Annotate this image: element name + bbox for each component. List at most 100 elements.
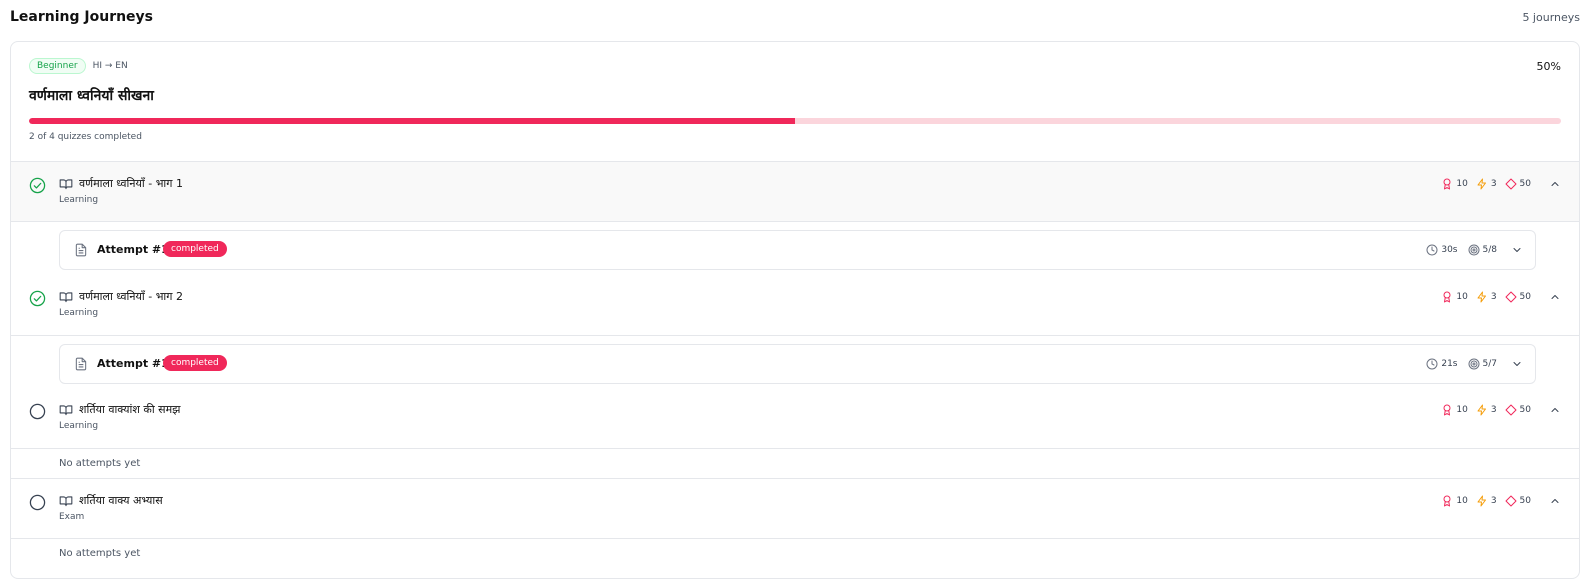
time-value: 21s [1441, 359, 1458, 369]
status-badge: completed [163, 355, 227, 371]
energy-stat: 3 [1476, 495, 1497, 507]
zap-icon [1477, 495, 1486, 507]
energy-stat: 3 [1476, 178, 1497, 190]
reward-stat: 10 [1441, 291, 1468, 303]
attempt-card[interactable]: Attempt #1 completed 21s 5/7 [59, 344, 1536, 384]
file-icon [75, 243, 87, 257]
zap-icon [1477, 404, 1486, 416]
quiz-row[interactable]: वर्णमाला ध्वनियाँ - भाग 1 Learning 10 3 … [11, 161, 1579, 222]
clock-icon [1426, 244, 1438, 256]
journey-card: Beginner HI → EN 50% वर्णमाला ध्वनियाँ स… [10, 41, 1580, 579]
circle-icon [29, 494, 46, 511]
award-icon [1443, 178, 1451, 190]
check-circle-icon [29, 177, 46, 194]
gem-stat: 50 [1505, 291, 1531, 303]
gem-icon [1505, 291, 1517, 303]
book-icon [59, 405, 73, 416]
energy-value: 3 [1490, 292, 1497, 302]
journey-count: 5 journeys [1522, 10, 1580, 24]
reward-value: 10 [1456, 496, 1468, 506]
time-stat: 30s [1426, 244, 1458, 256]
target-icon [1468, 358, 1480, 370]
gem-stat: 50 [1505, 495, 1531, 507]
reward-stat: 10 [1441, 495, 1468, 507]
target-icon [1468, 244, 1480, 256]
check-circle-icon [29, 290, 46, 307]
language-pair: HI → EN [92, 61, 128, 71]
journey-header: Beginner HI → EN 50% वर्णमाला ध्वनियाँ स… [11, 42, 1579, 162]
score-stat: 5/8 [1468, 244, 1497, 256]
energy-stat: 3 [1476, 404, 1497, 416]
file-icon [75, 357, 87, 371]
reward-stat: 10 [1441, 404, 1468, 416]
quiz-row[interactable]: शर्तिया वाक्यांश की समझ Learning 10 3 50 [11, 388, 1579, 449]
page-title: Learning Journeys [10, 9, 154, 25]
time-value: 30s [1441, 245, 1458, 255]
reward-stat: 10 [1441, 178, 1468, 190]
quiz-name: शर्तिया वाक्यांश की समझ [79, 403, 181, 416]
attempt-label: Attempt #1 [97, 357, 169, 370]
gem-icon [1505, 178, 1517, 190]
energy-value: 3 [1490, 405, 1497, 415]
book-icon [59, 179, 73, 190]
gem-icon [1505, 404, 1517, 416]
quiz-name: वर्णमाला ध्वनियाँ - भाग 2 [79, 290, 183, 303]
progress-caption: 2 of 4 quizzes completed [29, 132, 142, 142]
attempt-label: Attempt #1 [97, 243, 169, 256]
chevron-up-icon[interactable] [1549, 178, 1561, 190]
status-badge: completed [163, 241, 227, 257]
clock-icon [1426, 358, 1438, 370]
zap-icon [1477, 291, 1486, 303]
chevron-down-icon[interactable] [1511, 244, 1523, 256]
energy-stat: 3 [1476, 291, 1497, 303]
quiz-stats: 10 3 50 [1441, 178, 1561, 190]
attempt-stats: 30s 5/8 [1426, 244, 1523, 256]
quiz-type: Exam [59, 512, 85, 522]
reward-value: 10 [1456, 179, 1468, 189]
chevron-up-icon[interactable] [1549, 495, 1561, 507]
quiz-stats: 10 3 50 [1441, 291, 1561, 303]
score-stat: 5/7 [1468, 358, 1497, 370]
chevron-down-icon[interactable] [1511, 358, 1523, 370]
quiz-row[interactable]: शर्तिया वाक्य अभ्यास Exam 10 3 50 [11, 478, 1579, 539]
award-icon [1443, 495, 1451, 507]
gem-value: 50 [1519, 292, 1531, 302]
quiz-type: Learning [59, 195, 99, 205]
attempt-card[interactable]: Attempt #1 completed 30s 5/8 [59, 230, 1536, 270]
reward-value: 10 [1456, 405, 1468, 415]
attempt-stats: 21s 5/7 [1426, 358, 1523, 370]
badge-row: Beginner HI → EN [29, 58, 128, 74]
quiz-stats: 10 3 50 [1441, 495, 1561, 507]
quiz-type: Learning [59, 421, 99, 431]
no-attempts-text: No attempts yet [59, 458, 141, 469]
award-icon [1443, 404, 1451, 416]
page-header: Learning Journeys 5 journeys [10, 6, 1580, 28]
energy-value: 3 [1490, 179, 1497, 189]
energy-value: 3 [1490, 496, 1497, 506]
progress-percent: 50% [1536, 60, 1561, 73]
level-badge: Beginner [29, 58, 86, 74]
quiz-type: Learning [59, 308, 99, 318]
chevron-up-icon[interactable] [1549, 404, 1561, 416]
time-stat: 21s [1426, 358, 1458, 370]
score-value: 5/8 [1482, 245, 1497, 255]
reward-value: 10 [1456, 292, 1468, 302]
progress-bar [29, 118, 1561, 124]
quiz-name: वर्णमाला ध्वनियाँ - भाग 1 [79, 177, 183, 190]
chevron-up-icon[interactable] [1549, 291, 1561, 303]
book-icon [59, 292, 73, 303]
quiz-name: शर्तिया वाक्य अभ्यास [79, 494, 163, 507]
gem-value: 50 [1519, 179, 1531, 189]
gem-stat: 50 [1505, 178, 1531, 190]
quiz-stats: 10 3 50 [1441, 404, 1561, 416]
journey-title: वर्णमाला ध्वनियाँ सीखना [29, 88, 154, 104]
circle-icon [29, 403, 46, 420]
gem-value: 50 [1519, 496, 1531, 506]
zap-icon [1477, 178, 1486, 190]
gem-stat: 50 [1505, 404, 1531, 416]
gem-value: 50 [1519, 405, 1531, 415]
gem-icon [1505, 495, 1517, 507]
book-icon [59, 496, 73, 507]
award-icon [1443, 291, 1451, 303]
quiz-row[interactable]: वर्णमाला ध्वनियाँ - भाग 2 Learning 10 3 … [11, 275, 1579, 336]
